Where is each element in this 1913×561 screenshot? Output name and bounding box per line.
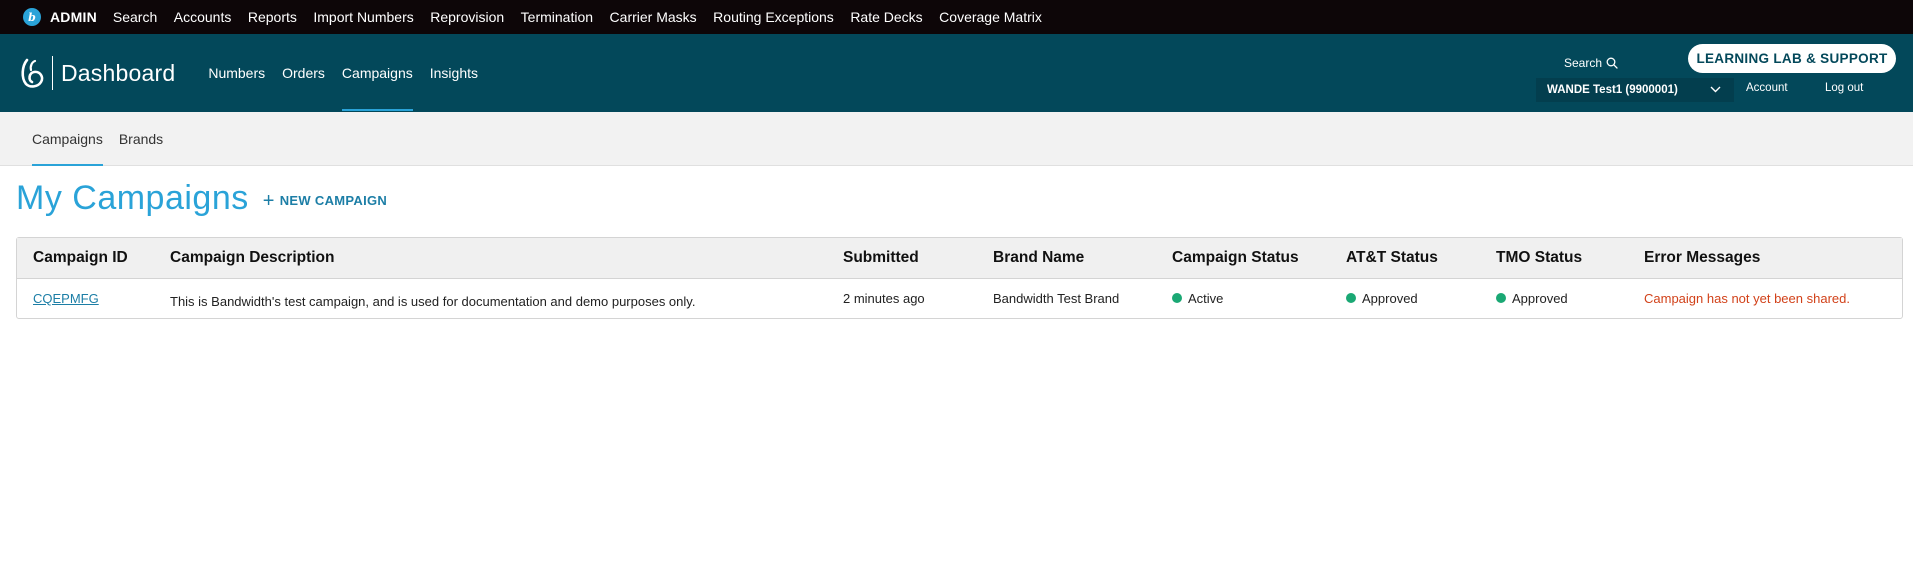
nav-orders[interactable]: Orders bbox=[282, 34, 325, 112]
bandwidth-logo-icon bbox=[18, 56, 46, 90]
new-campaign-label: NEW CAMPAIGN bbox=[279, 193, 388, 208]
nav-campaigns[interactable]: Campaigns bbox=[341, 34, 413, 112]
column-header-att-status: AT&T Status bbox=[1346, 238, 1496, 279]
campaign-description: This is Bandwidth's test campaign, and i… bbox=[170, 293, 696, 309]
subnav-brands[interactable]: Brands bbox=[119, 112, 163, 165]
page-title: My Campaigns bbox=[16, 179, 249, 217]
admin-logo-icon[interactable]: b bbox=[23, 8, 41, 26]
admin-label: ADMIN bbox=[50, 9, 97, 25]
table-row: CQEPMFG This is Bandwidth's test campaig… bbox=[17, 278, 1902, 318]
plus-icon: + bbox=[262, 189, 275, 212]
admin-link-reprovision[interactable]: Reprovision bbox=[430, 9, 504, 25]
column-header-description: Campaign Description bbox=[170, 238, 843, 279]
main-nav: Numbers Orders Campaigns Insights bbox=[208, 34, 495, 112]
error-message: Campaign has not yet been shared. bbox=[1644, 290, 1850, 306]
dashboard-title: Dashboard bbox=[61, 59, 176, 86]
cell-error-message: Campaign has not yet been shared. bbox=[1644, 278, 1902, 318]
column-header-campaign-id: Campaign ID bbox=[17, 238, 170, 279]
logout-link[interactable]: Log out bbox=[1825, 82, 1863, 94]
column-header-campaign-status: Campaign Status bbox=[1172, 238, 1346, 279]
cell-submitted: 2 minutes ago bbox=[843, 290, 925, 306]
search-link[interactable]: Search bbox=[1564, 56, 1618, 70]
campaign-status-value: Active bbox=[1188, 290, 1224, 306]
admin-link-accounts[interactable]: Accounts bbox=[174, 9, 232, 25]
admin-link-rate-decks[interactable]: Rate Decks bbox=[850, 9, 922, 25]
subnav-campaigns[interactable]: Campaigns bbox=[32, 112, 103, 166]
admin-link-coverage-matrix[interactable]: Coverage Matrix bbox=[939, 9, 1042, 25]
column-header-submitted: Submitted bbox=[843, 238, 993, 279]
admin-link-routing-exceptions[interactable]: Routing Exceptions bbox=[713, 9, 834, 25]
att-status-value: Approved bbox=[1362, 290, 1418, 306]
campaigns-table: Campaign ID Campaign Description Submitt… bbox=[16, 237, 1903, 319]
account-link[interactable]: Account bbox=[1746, 82, 1788, 94]
account-selector-value: WANDE Test1 (9900001) bbox=[1547, 84, 1678, 96]
chevron-down-icon bbox=[1710, 86, 1721, 93]
admin-link-termination[interactable]: Termination bbox=[521, 9, 593, 25]
cell-campaign-status: Active bbox=[1172, 278, 1346, 318]
account-selector[interactable]: WANDE Test1 (9900001) bbox=[1536, 78, 1734, 102]
admin-link-import-numbers[interactable]: Import Numbers bbox=[313, 9, 413, 25]
status-dot-icon bbox=[1346, 293, 1356, 303]
cell-tmo-status: Approved bbox=[1496, 278, 1644, 318]
main-header: Dashboard Numbers Orders Campaigns Insig… bbox=[0, 34, 1913, 112]
column-header-error-messages: Error Messages bbox=[1644, 238, 1902, 279]
cell-campaign-id: CQEPMFG bbox=[17, 278, 170, 318]
campaign-id-link[interactable]: CQEPMFG bbox=[33, 291, 99, 306]
admin-link-reports[interactable]: Reports bbox=[248, 9, 297, 25]
brand[interactable]: Dashboard bbox=[18, 56, 175, 90]
column-header-brand-name: Brand Name bbox=[993, 238, 1172, 279]
tmo-status-value: Approved bbox=[1512, 290, 1568, 306]
page-title-row: My Campaigns + NEW CAMPAIGN bbox=[16, 179, 1913, 217]
status-dot-icon bbox=[1172, 293, 1182, 303]
nav-insights[interactable]: Insights bbox=[430, 34, 478, 112]
column-header-tmo-status: TMO Status bbox=[1496, 238, 1644, 279]
header-utilities: Search LEARNING LAB & SUPPORT WANDE Test… bbox=[1536, 44, 1896, 104]
cell-brand-name: Bandwidth Test Brand bbox=[993, 290, 1120, 306]
cell-att-status: Approved bbox=[1346, 278, 1496, 318]
learning-lab-button[interactable]: LEARNING LAB & SUPPORT bbox=[1688, 44, 1896, 73]
search-icon bbox=[1606, 57, 1618, 69]
admin-link-search[interactable]: Search bbox=[113, 9, 157, 25]
sub-nav: Campaigns Brands bbox=[0, 112, 1913, 166]
admin-bar: b ADMIN Search Accounts Reports Import N… bbox=[0, 0, 1913, 34]
table-header-row: Campaign ID Campaign Description Submitt… bbox=[17, 238, 1902, 279]
nav-numbers[interactable]: Numbers bbox=[208, 34, 265, 112]
cell-description: This is Bandwidth's test campaign, and i… bbox=[170, 278, 843, 318]
admin-link-carrier-masks[interactable]: Carrier Masks bbox=[610, 9, 697, 25]
brand-divider bbox=[52, 56, 53, 90]
new-campaign-button[interactable]: + NEW CAMPAIGN bbox=[263, 191, 387, 211]
search-label: Search bbox=[1564, 56, 1603, 70]
status-dot-icon bbox=[1496, 293, 1506, 303]
